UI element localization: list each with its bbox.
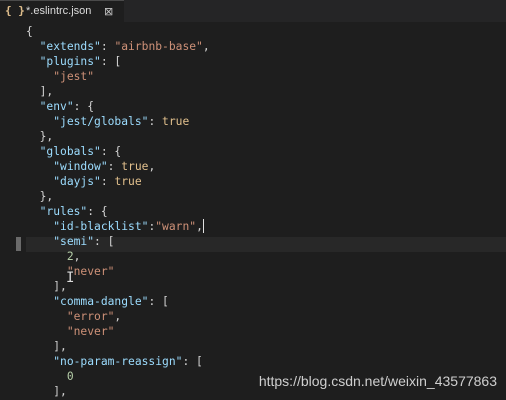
code-line-13: "rules": {: [39, 205, 108, 218]
code-line-9: "globals": {: [39, 145, 122, 158]
code-line-22: ],: [53, 340, 67, 353]
code-line-6: "env": {: [39, 100, 95, 113]
code-line-21: "never": [66, 325, 115, 338]
code-line-3: "plugins": [: [39, 55, 122, 68]
text-cursor: [202, 219, 204, 233]
watermark: https://blog.csdn.net/weixin_43577863: [258, 373, 497, 389]
code-line-14: "id-blacklist":"warn",: [53, 219, 204, 233]
close-icon[interactable]: ⊠: [104, 5, 113, 18]
code-lines[interactable]: { "extends": "airbnb-base", "plugins": […: [26, 24, 210, 399]
json-braces-icon: { }: [5, 4, 25, 17]
code-line-25: ],: [53, 385, 67, 398]
code-line-15: "semi": [: [53, 235, 115, 248]
code-line-8: },: [39, 130, 54, 143]
code-line-2: "extends": "airbnb-base",: [39, 40, 210, 53]
code-line-23: "no-param-reassign": [: [53, 355, 203, 368]
code-line-16: 2,: [66, 250, 81, 263]
code-line-17: "never": [66, 265, 115, 278]
tab-eslintrc[interactable]: { } *.eslintrc.json ⊠: [0, 0, 124, 22]
code-line-18: ],: [53, 280, 67, 293]
gutter-change-marker: [16, 237, 21, 251]
code-line-5: ],: [39, 85, 54, 98]
code-line-12: },: [39, 190, 54, 203]
code-line-10: "window": true,: [53, 160, 156, 173]
code-line-4: "jest": [53, 70, 95, 83]
editor-tab-bar: { } *.eslintrc.json ⊠: [0, 0, 506, 22]
code-line-1: {: [26, 25, 33, 38]
code-line-24: 0: [66, 370, 74, 383]
ibeam-cursor-icon: I: [66, 270, 75, 286]
code-line-20: "error",: [66, 310, 122, 323]
code-line-11: "dayjs": true: [53, 175, 142, 188]
code-line-19: "comma-dangle": [: [53, 295, 169, 308]
tab-title: *.eslintrc.json: [26, 5, 92, 17]
code-line-7: "jest/globals": true: [53, 115, 190, 128]
